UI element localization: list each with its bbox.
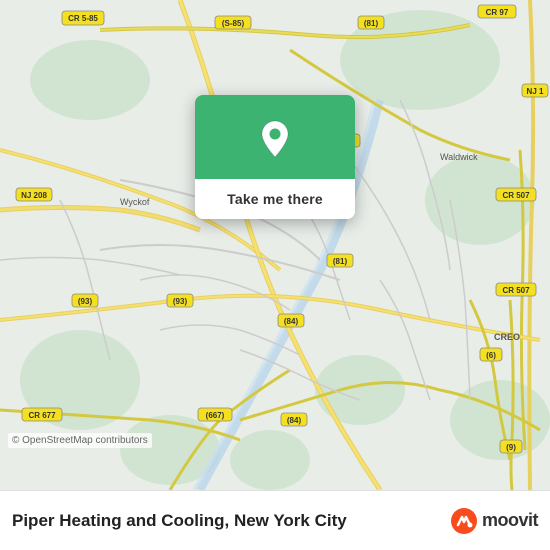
svg-text:(9): (9) bbox=[506, 443, 516, 452]
svg-text:(81): (81) bbox=[364, 19, 379, 28]
location-pin-icon bbox=[253, 117, 297, 161]
moovit-icon bbox=[450, 507, 478, 535]
location-popup: Take me there bbox=[195, 95, 355, 219]
svg-text:(S-85): (S-85) bbox=[222, 19, 245, 28]
svg-text:(93): (93) bbox=[173, 297, 188, 306]
svg-text:NJ 1: NJ 1 bbox=[527, 87, 544, 96]
map-container: CR 5-85 (S-85) (81) NJ 208 R 502 (81) CR… bbox=[0, 0, 550, 490]
svg-text:Waldwick: Waldwick bbox=[440, 152, 478, 162]
svg-text:CR 507: CR 507 bbox=[502, 191, 530, 200]
svg-text:CR 5-85: CR 5-85 bbox=[68, 14, 98, 23]
svg-text:(81): (81) bbox=[333, 257, 348, 266]
svg-text:CR 507: CR 507 bbox=[502, 286, 530, 295]
svg-text:CR 97: CR 97 bbox=[486, 8, 509, 17]
svg-text:(667): (667) bbox=[206, 411, 225, 420]
bottom-bar: Piper Heating and Cooling, New York City… bbox=[0, 490, 550, 550]
svg-text:(6): (6) bbox=[486, 351, 496, 360]
moovit-text: moovit bbox=[482, 510, 538, 531]
svg-text:NJ 208: NJ 208 bbox=[21, 191, 47, 200]
svg-text:(84): (84) bbox=[284, 317, 299, 326]
map-background: CR 5-85 (S-85) (81) NJ 208 R 502 (81) CR… bbox=[0, 0, 550, 490]
moovit-logo[interactable]: moovit bbox=[450, 507, 538, 535]
take-me-there-button[interactable]: Take me there bbox=[195, 179, 355, 219]
svg-text:CREO: CREO bbox=[494, 332, 520, 342]
map-attribution: © OpenStreetMap contributors bbox=[8, 433, 152, 448]
svg-text:(93): (93) bbox=[78, 297, 93, 306]
business-name: Piper Heating and Cooling, New York City bbox=[12, 511, 450, 531]
svg-text:(84): (84) bbox=[287, 416, 302, 425]
svg-text:Wyckof: Wyckof bbox=[120, 197, 150, 207]
svg-text:CR 677: CR 677 bbox=[28, 411, 56, 420]
popup-header bbox=[195, 95, 355, 179]
